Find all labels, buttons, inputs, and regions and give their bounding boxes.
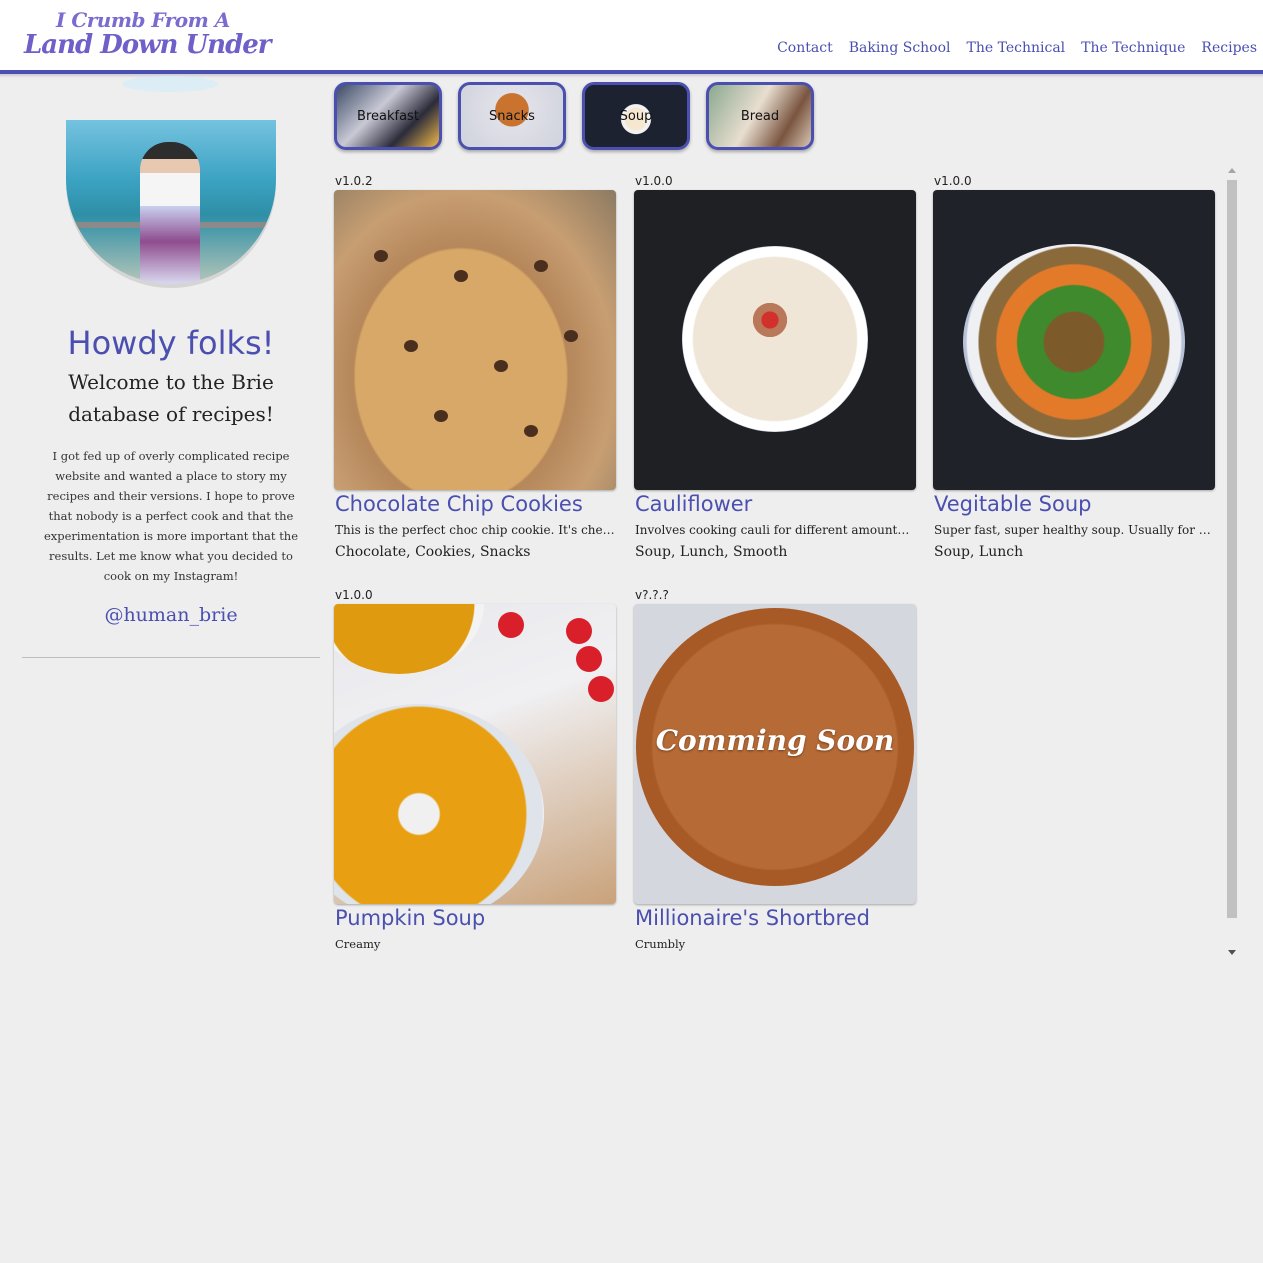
tomato (566, 618, 592, 644)
category-label: Bread (740, 109, 780, 124)
recipe-version: v1.0.0 (335, 588, 373, 602)
nav-contact[interactable]: Contact (777, 40, 833, 56)
choc-chip (564, 330, 578, 342)
avatar (66, 112, 276, 284)
soup-bowl (334, 704, 544, 904)
category-snacks-button[interactable]: Snacks (458, 82, 566, 150)
recipe-title[interactable]: Millionaire's Shortbred (635, 906, 870, 930)
scroll-down-arrow-icon[interactable] (1228, 950, 1236, 955)
choc-chip (524, 425, 538, 437)
category-label: Soup (619, 109, 653, 124)
scroll-up-arrow-icon[interactable] (1228, 168, 1236, 173)
recipe-description: Involves cooking cauli for different amo… (635, 523, 915, 537)
scroll-thumb[interactable] (1227, 180, 1237, 918)
paint-splash-decoration (122, 76, 218, 92)
choc-chip (494, 360, 508, 372)
intro-text: I got fed up of overly complicated recip… (43, 449, 299, 583)
nav-baking-school[interactable]: Baking School (849, 40, 951, 56)
choc-chip (534, 260, 548, 272)
tomato (498, 612, 524, 638)
recipe-card-vegitable-soup[interactable]: v1.0.0 Vegitable Soup Super fast, super … (933, 174, 1217, 576)
nav-the-technical[interactable]: The Technical (967, 40, 1066, 56)
avatar-person (140, 142, 200, 284)
choc-chip (434, 410, 448, 422)
recipe-card-millionaires-shortbred[interactable]: v?.?.? Comming Soon Millionaire's Shortb… (634, 588, 918, 990)
recipe-version: v1.0.0 (934, 174, 972, 188)
soup-bowl (334, 604, 484, 674)
recipe-card-pumpkin-soup[interactable]: v1.0.0 Pumpkin Soup Creamy (334, 588, 618, 990)
recipe-list-scrollbar[interactable] (1225, 166, 1239, 962)
sidebar: Howdy folks! Welcome to the Brie databas… (22, 74, 320, 658)
recipe-image[interactable] (634, 190, 916, 490)
recipe-title[interactable]: Vegitable Soup (934, 492, 1092, 516)
tomato (576, 646, 602, 672)
recipe-image[interactable] (334, 190, 616, 490)
recipe-title[interactable]: Cauliflower (635, 492, 752, 516)
recipe-tags: Chocolate, Cookies, Snacks (335, 544, 531, 560)
recipe-tags: Soup, Lunch (934, 544, 1024, 560)
main-nav: Contact Baking School The Technical The … (777, 40, 1257, 56)
nav-recipes[interactable]: Recipes (1201, 40, 1257, 56)
chili-garnish (750, 300, 790, 340)
soup-bowl (963, 244, 1185, 440)
recipe-card-chocolate-chip-cookies[interactable]: v1.0.2 Chocolate Chip Cookies This is th… (334, 174, 618, 576)
welcome-subheading: Welcome to the Brie database of recipes! (68, 370, 274, 426)
instagram-handle-link[interactable]: @human_brie (22, 604, 320, 626)
recipe-version: v1.0.0 (635, 174, 673, 188)
sidebar-divider (22, 657, 320, 658)
recipe-card-cauliflower[interactable]: v1.0.0 Cauliflower Involves cooking caul… (634, 174, 918, 576)
category-breakfast-button[interactable]: Breakfast (334, 82, 442, 150)
category-bread-button[interactable]: Bread (706, 82, 814, 150)
choc-chip (374, 250, 388, 262)
recipe-image[interactable] (334, 604, 616, 904)
recipe-version: v1.0.2 (335, 174, 373, 188)
recipe-description: Super fast, super healthy soup. Usually … (934, 523, 1214, 537)
category-label: Breakfast (357, 109, 419, 124)
recipe-title[interactable]: Chocolate Chip Cookies (335, 492, 583, 516)
site-logo[interactable]: I Crumb From A Land Down Under (22, 6, 271, 64)
category-label: Snacks (489, 109, 535, 124)
recipe-version: v?.?.? (635, 588, 669, 602)
choc-chip (404, 340, 418, 352)
logo-line-1: I Crumb From A (56, 8, 230, 32)
recipe-description: Crumbly (635, 937, 686, 951)
tomato (588, 676, 614, 702)
recipe-image[interactable]: Comming Soon (634, 604, 916, 904)
category-soup-button[interactable]: Soup (582, 82, 690, 150)
coming-soon-overlay: Comming Soon (655, 724, 895, 757)
recipe-image[interactable] (933, 190, 1215, 490)
recipe-description: Creamy (335, 937, 381, 951)
logo-line-2: Land Down Under (24, 30, 271, 60)
recipe-tags: Soup, Lunch, Smooth (635, 544, 788, 560)
site-header: I Crumb From A Land Down Under Contact B… (0, 0, 1263, 70)
recipe-title[interactable]: Pumpkin Soup (335, 906, 485, 930)
nav-the-technique[interactable]: The Technique (1081, 40, 1185, 56)
choc-chip (454, 270, 468, 282)
recipe-description: This is the perfect choc chip cookie. It… (335, 523, 615, 537)
greeting-heading: Howdy folks! (67, 324, 275, 362)
